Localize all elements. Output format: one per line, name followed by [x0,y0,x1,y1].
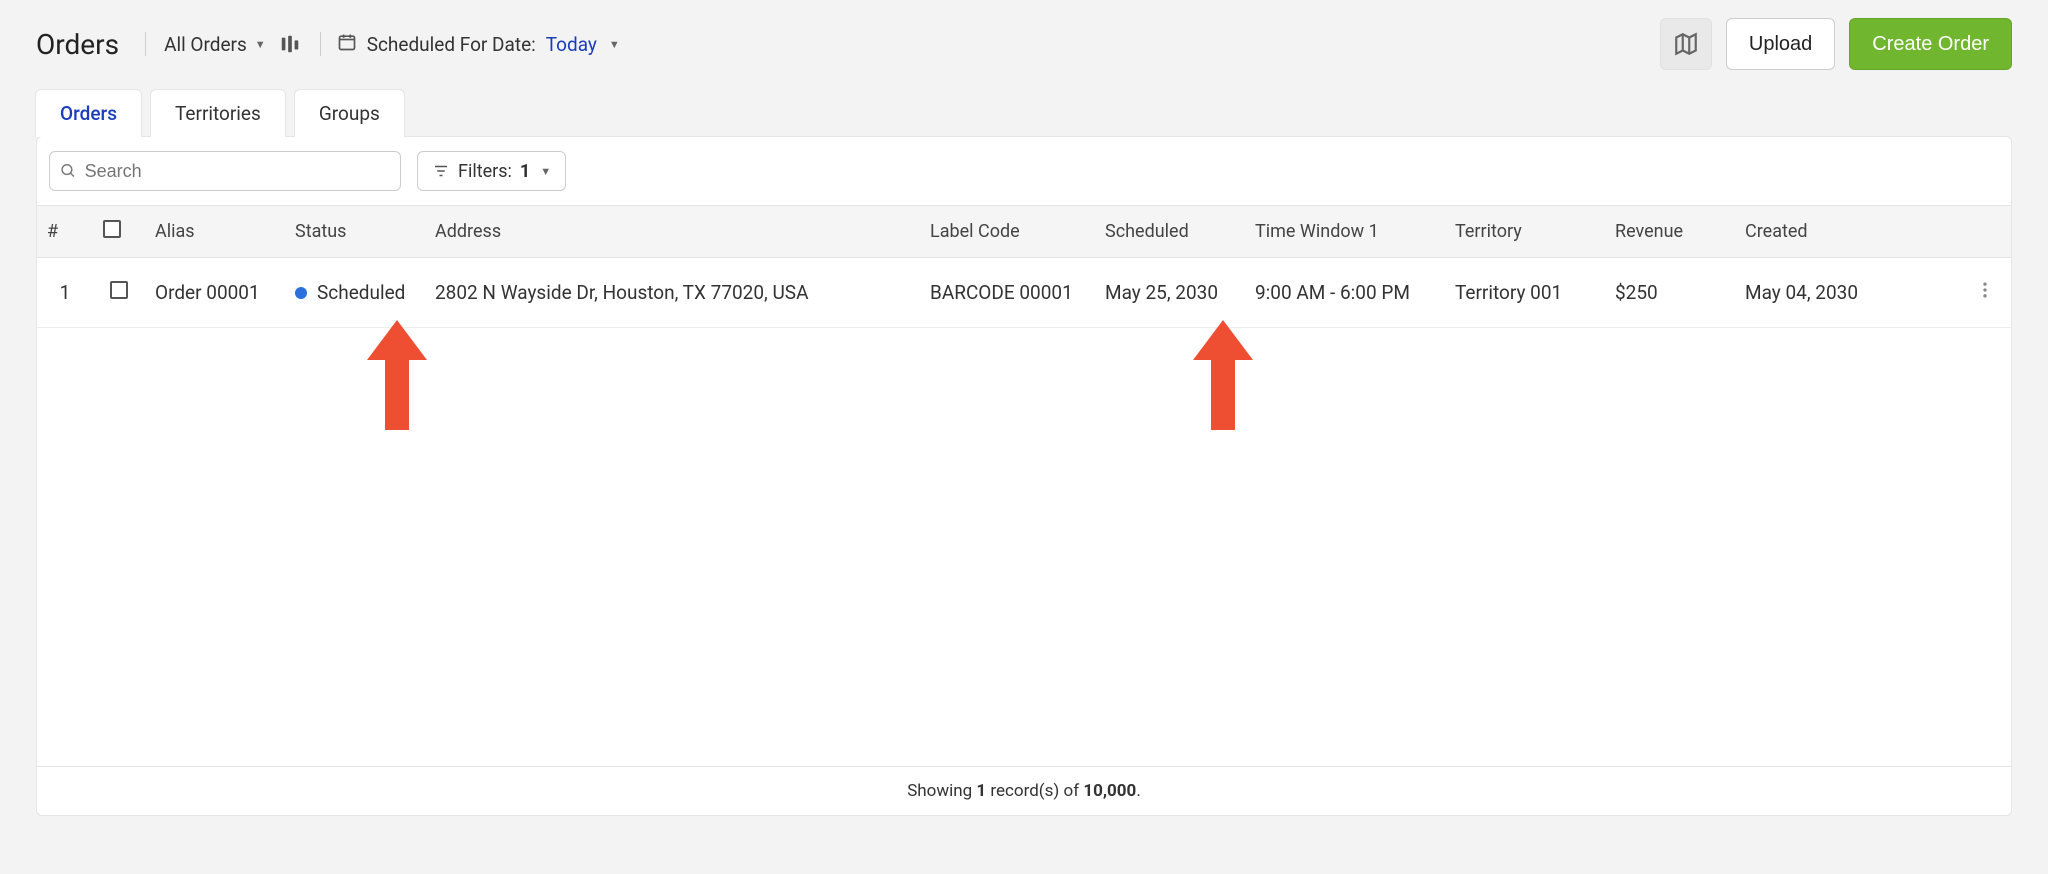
checkbox-icon [103,220,121,238]
column-header-checkbox[interactable] [93,206,145,258]
annotation-arrow-scheduled [1193,320,1253,430]
filters-button[interactable]: Filters: 1 ▼ [417,151,566,191]
date-filter-value: Today [546,33,597,56]
upload-button[interactable]: Upload [1726,18,1835,70]
divider [145,32,146,56]
orders-scope-label: All Orders [164,33,247,56]
map-icon [1673,31,1699,57]
orders-panel: Filters: 1 ▼ # Alias Status Address Labe… [36,136,2012,816]
cell-label-code: BARCODE 00001 [920,258,1095,328]
column-header-revenue[interactable]: Revenue [1605,206,1735,258]
tab-groups[interactable]: Groups [294,89,405,137]
cell-status-text: Scheduled [317,281,405,304]
map-button[interactable] [1660,18,1712,70]
column-header-address[interactable]: Address [425,206,920,258]
column-header-territory[interactable]: Territory [1445,206,1605,258]
search-input-wrapper [49,151,401,191]
footer-suffix: . [1136,781,1140,801]
filters-count: 1 [520,161,530,182]
orders-table: # Alias Status Address Label Code Schedu… [37,206,2011,328]
tab-territories[interactable]: Territories [150,89,286,137]
filter-icon [432,162,450,180]
filters-label: Filters: [458,161,512,182]
page-title: Orders [36,28,119,61]
divider [320,32,321,56]
cell-scheduled: May 25, 2030 [1095,258,1245,328]
tune-icon[interactable] [276,30,304,58]
footer-count: 1 [976,781,986,801]
tabs: Orders Territories Groups [35,88,2012,136]
status-dot-icon [295,287,307,299]
cell-num: 1 [37,258,93,328]
annotation-arrow-status [367,320,427,430]
column-header-scheduled[interactable]: Scheduled [1095,206,1245,258]
calendar-icon [337,32,357,57]
search-input[interactable] [85,161,390,182]
footer-prefix: Showing [907,781,976,801]
cell-territory: Territory 001 [1445,258,1605,328]
table-row[interactable]: 1 Order 00001 Scheduled 2802 N Wayside D… [37,258,2011,328]
cell-time-window: 9:00 AM - 6:00 PM [1245,258,1445,328]
create-order-button[interactable]: Create Order [1849,18,2012,70]
column-header-actions [1959,206,2011,258]
orders-scope-dropdown[interactable]: All Orders ▼ [162,29,268,60]
column-header-status[interactable]: Status [285,206,425,258]
checkbox-icon [110,281,128,299]
footer-total: 10,000 [1083,781,1136,801]
footer-middle: record(s) of [986,781,1083,801]
tab-orders[interactable]: Orders [35,89,142,137]
column-header-label-code[interactable]: Label Code [920,206,1095,258]
search-icon [60,162,77,180]
column-header-created[interactable]: Created [1735,206,1959,258]
cell-status: Scheduled [285,258,425,328]
table-footer: Showing 1 record(s) of 10,000. [37,766,2011,815]
date-filter[interactable]: Scheduled For Date: Today ▼ [337,32,620,57]
column-header-alias[interactable]: Alias [145,206,285,258]
cell-checkbox[interactable] [93,258,145,328]
cell-created: May 04, 2030 [1735,258,1959,328]
more-vertical-icon [1975,280,1995,300]
caret-down-icon: ▼ [255,38,266,51]
table-body-area [37,328,2011,766]
cell-revenue: $250 [1605,258,1735,328]
cell-alias: Order 00001 [145,258,285,328]
cell-address: 2802 N Wayside Dr, Houston, TX 77020, US… [425,258,920,328]
caret-down-icon: ▼ [540,165,551,178]
column-header-num[interactable]: # [37,206,93,258]
date-filter-label: Scheduled For Date: [367,33,536,56]
caret-down-icon: ▼ [609,38,620,51]
column-header-time-window[interactable]: Time Window 1 [1245,206,1445,258]
row-actions-button[interactable] [1959,258,2011,328]
